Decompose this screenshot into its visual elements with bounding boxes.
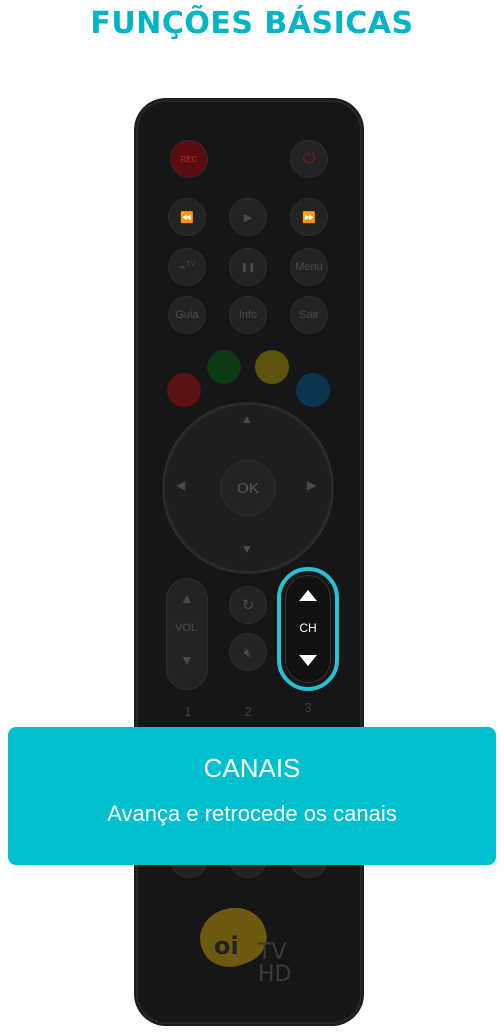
channel-label: CH — [299, 621, 317, 635]
fast-forward-icon: ⏩ — [302, 211, 316, 224]
down-arrow-icon[interactable]: ▼ — [241, 542, 253, 556]
callout-title: CANAIS — [203, 753, 301, 783]
guia-button[interactable]: Guia — [168, 296, 206, 334]
rewind-button[interactable]: ⏪ — [168, 198, 206, 236]
rec-button[interactable]: REC — [170, 140, 208, 178]
channel-down-icon[interactable] — [299, 655, 317, 666]
fast-forward-button[interactable]: ⏩ — [290, 198, 328, 236]
blue-button[interactable] — [296, 373, 330, 407]
tv-icon: ⌁TV — [178, 260, 196, 274]
pause-button[interactable]: ❚❚ — [229, 248, 267, 286]
number-1-button[interactable]: 1 — [173, 704, 203, 719]
red-button[interactable] — [167, 373, 201, 407]
ok-button[interactable]: OK — [220, 460, 276, 516]
green-button[interactable] — [207, 350, 241, 384]
play-button[interactable]: ▶ — [229, 198, 267, 236]
oi-logo-text: oi — [214, 932, 239, 960]
volume-label: VOL — [175, 622, 198, 634]
rewind-icon: ⏪ — [180, 211, 194, 224]
channel-up-icon[interactable] — [299, 590, 317, 601]
volume-down-icon[interactable]: ▼ — [180, 652, 194, 668]
info-button[interactable]: Info — [229, 296, 267, 334]
play-icon: ▶ — [243, 211, 253, 224]
left-arrow-icon[interactable]: ◀ — [176, 478, 185, 492]
power-button[interactable]: ⏻ — [290, 140, 328, 178]
sair-button[interactable]: Sair — [290, 296, 328, 334]
mute-icon: 🔇︎ — [243, 643, 253, 660]
pause-icon: ❚❚ — [240, 261, 256, 272]
right-arrow-icon[interactable]: ▶ — [307, 478, 316, 492]
mute-button[interactable]: 🔇︎ — [229, 633, 267, 671]
yellow-button[interactable] — [255, 350, 289, 384]
tv-hd-logo: TV HD — [258, 940, 292, 987]
callout-text: Avança e retrocede os canais — [107, 801, 397, 826]
return-icon: ↻ — [241, 597, 255, 614]
number-3-button[interactable]: 3 — [293, 700, 323, 715]
up-arrow-icon[interactable]: ▲ — [241, 412, 253, 426]
info-callout: CANAIS Avança e retrocede os canais — [8, 727, 496, 865]
volume-up-icon[interactable]: ▲ — [180, 590, 194, 606]
tv-button[interactable]: ⌁TV — [168, 248, 206, 286]
menu-button[interactable]: Menu — [290, 248, 328, 286]
number-2-button[interactable]: 2 — [233, 704, 263, 719]
return-button[interactable]: ↻ — [229, 586, 267, 624]
power-icon: ⏻ — [302, 150, 316, 167]
page-title: FUNÇÕES BÁSICAS — [90, 6, 414, 41]
